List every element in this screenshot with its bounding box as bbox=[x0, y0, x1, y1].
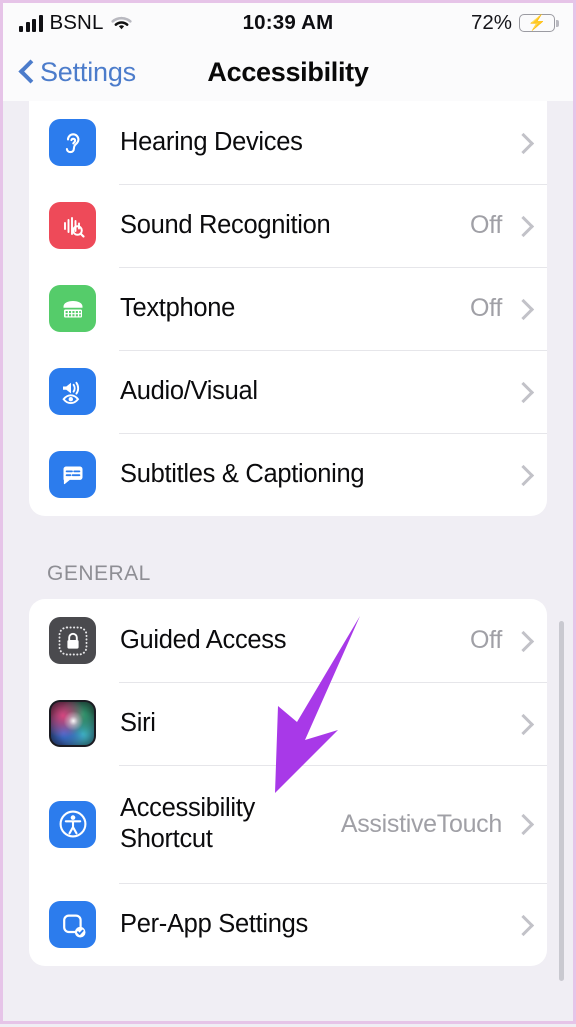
padlock-dotted-icon bbox=[49, 617, 96, 664]
settings-group-general: Guided Access Off Siri Accessibility Sho bbox=[29, 599, 547, 966]
list-item-value: Off bbox=[470, 626, 502, 654]
ear-icon bbox=[49, 119, 96, 166]
list-item-label: Guided Access bbox=[120, 625, 287, 654]
list-item-label: Subtitles & Captioning bbox=[120, 459, 365, 488]
list-item-per-app-settings[interactable]: Per-App Settings bbox=[29, 883, 547, 966]
list-item-guided-access[interactable]: Guided Access Off bbox=[29, 599, 547, 682]
chevron-right-icon bbox=[516, 630, 529, 652]
list-item-subtitles-captioning[interactable]: Subtitles & Captioning bbox=[29, 433, 547, 516]
list-item-hearing-devices[interactable]: Hearing Devices bbox=[29, 101, 547, 184]
battery-icon: ⚡ bbox=[519, 14, 559, 32]
lightning-bolt-icon: ⚡ bbox=[527, 14, 547, 32]
settings-group-hearing: Hearing Devices Sound Recognition Off Te… bbox=[29, 101, 547, 516]
list-item-value: AssistiveTouch bbox=[340, 809, 502, 838]
list-item-label: Accessibility Shortcut bbox=[120, 793, 255, 853]
siri-orb-icon bbox=[49, 700, 96, 747]
back-button[interactable]: Settings bbox=[19, 57, 136, 88]
section-header-general: GENERAL bbox=[47, 562, 151, 585]
list-item-label: Textphone bbox=[120, 293, 235, 322]
chevron-right-icon bbox=[516, 132, 529, 154]
list-item-audio-visual[interactable]: Audio/Visual bbox=[29, 350, 547, 433]
battery-percentage: 72% bbox=[470, 11, 512, 34]
list-item-label: Per-App Settings bbox=[120, 909, 308, 938]
list-item-label: Audio/Visual bbox=[120, 376, 258, 405]
status-bar: BSNL 10:39 AM 72% ⚡ bbox=[3, 3, 573, 43]
app-checkmark-icon bbox=[49, 901, 96, 948]
chevron-right-icon bbox=[516, 215, 529, 237]
chevron-right-icon bbox=[516, 713, 529, 735]
settings-scroll-area[interactable]: Hearing Devices Sound Recognition Off Te… bbox=[3, 101, 573, 1021]
list-item-value: Off bbox=[470, 294, 502, 322]
vertical-scrollbar[interactable] bbox=[559, 621, 564, 981]
speaker-eye-icon bbox=[49, 368, 96, 415]
accessibility-person-icon bbox=[49, 800, 96, 848]
back-button-label: Settings bbox=[40, 56, 136, 87]
list-item-label: Hearing Devices bbox=[120, 127, 303, 156]
chevron-left-icon bbox=[19, 59, 34, 85]
tty-telephone-icon bbox=[49, 285, 96, 332]
list-item-value: Off bbox=[470, 211, 502, 239]
sound-waveform-search-icon bbox=[49, 202, 96, 249]
list-item-siri[interactable]: Siri bbox=[29, 682, 547, 765]
chevron-right-icon bbox=[516, 813, 529, 835]
list-item-label: Sound Recognition bbox=[120, 210, 331, 239]
chevron-right-icon bbox=[516, 464, 529, 486]
list-item-label: Siri bbox=[120, 708, 156, 737]
chevron-right-icon bbox=[516, 914, 529, 936]
list-item-textphone[interactable]: Textphone Off bbox=[29, 267, 547, 350]
speech-bubble-captions-icon bbox=[49, 451, 96, 498]
chevron-right-icon bbox=[516, 381, 529, 403]
chevron-right-icon bbox=[516, 298, 529, 320]
status-bar-right: 72% ⚡ bbox=[470, 11, 559, 35]
list-item-sound-recognition[interactable]: Sound Recognition Off bbox=[29, 184, 547, 267]
navigation-bar: Settings Accessibility bbox=[3, 43, 573, 101]
list-item-accessibility-shortcut[interactable]: Accessibility Shortcut AssistiveTouch bbox=[29, 765, 547, 883]
